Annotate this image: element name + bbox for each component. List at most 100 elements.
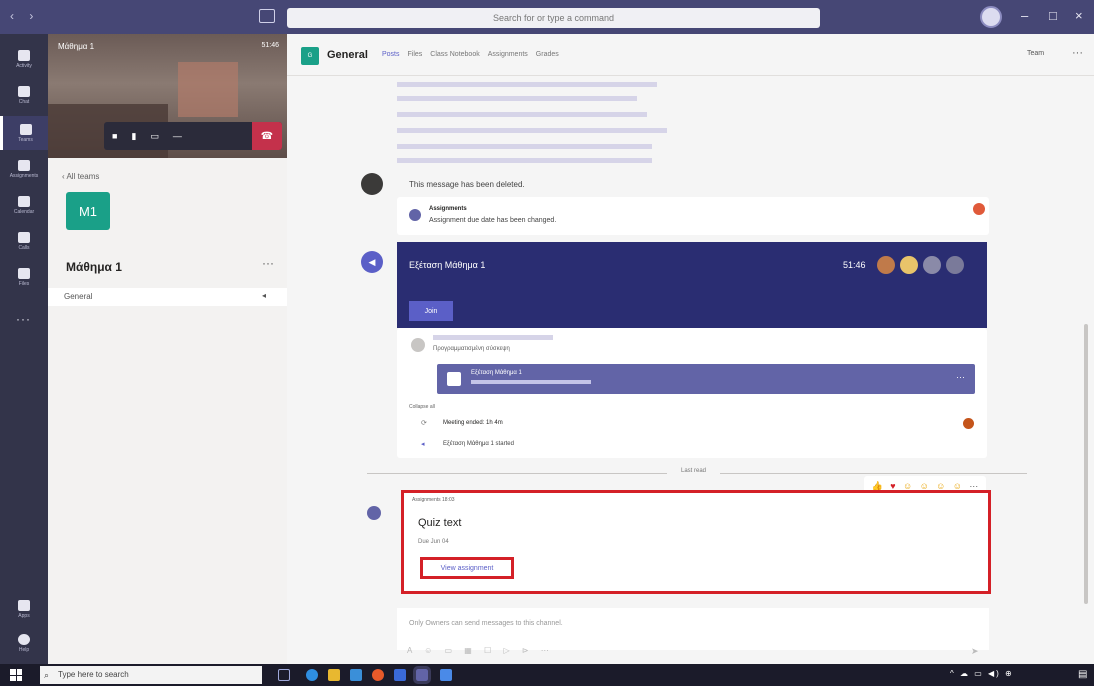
mic-icon[interactable]: ▮ — [131, 131, 136, 142]
tab-files[interactable]: Files — [408, 51, 423, 58]
meeting-banner: Εξέταση Μάθημα 1 51:46 Join — [397, 242, 987, 328]
collapse-all-link[interactable]: Collapse all — [409, 404, 435, 410]
tab-grades[interactable]: Grades — [536, 51, 559, 58]
task-view-icon[interactable] — [278, 669, 290, 681]
browser-icon[interactable] — [372, 669, 384, 681]
teams-taskbar-icon[interactable] — [413, 666, 431, 684]
phone-icon — [18, 231, 30, 243]
assignment-header: Assignments 18:03 — [412, 497, 455, 503]
organizer-avatar — [411, 338, 425, 352]
notifications-icon[interactable]: ▤ — [1078, 669, 1087, 680]
rail-calls[interactable]: Calls — [0, 224, 48, 258]
file-explorer-icon[interactable] — [328, 669, 340, 681]
deleted-author-avatar — [361, 173, 383, 195]
assignment-notice-card[interactable]: Assignments Assignment due date has been… — [397, 197, 989, 235]
channel-main-pane: G General Posts Files Class Notebook Ass… — [287, 34, 1094, 664]
channel-label: General — [64, 292, 93, 301]
command-search-input[interactable]: Search for or type a command — [287, 8, 820, 28]
camera-icon[interactable]: ■ — [112, 131, 117, 141]
rail-chat[interactable]: Chat — [0, 78, 48, 112]
system-tray[interactable]: ^ ☁ ▭ ◀) ⊕ — [950, 669, 1014, 678]
tab-class-notebook[interactable]: Class Notebook — [430, 51, 479, 58]
close-button[interactable]: × — [1075, 8, 1083, 23]
minimize-button[interactable]: – — [1021, 8, 1028, 23]
video-background-wall — [178, 62, 238, 117]
channel-title: General — [327, 49, 368, 61]
meeting-active-icon: ◂ — [262, 291, 267, 300]
participant-avatar — [877, 256, 895, 274]
compose-icon[interactable] — [259, 9, 275, 23]
participant-avatar — [900, 256, 918, 274]
meeting-video-preview[interactable]: Μάθημα 1 51:46 ■ ▮ ▭ — ☎ — [48, 34, 287, 158]
last-read-label: Last read — [667, 468, 721, 474]
channel-header: G General Posts Files Class Notebook Ass… — [287, 34, 1094, 76]
channel-team-icon: G — [301, 47, 319, 65]
meeting-duration: 51:46 — [843, 260, 866, 270]
profile-avatar[interactable] — [980, 6, 1002, 28]
rail-assignments[interactable]: Assignments — [0, 152, 48, 186]
send-icon[interactable]: ➤ — [971, 646, 979, 657]
composer-toolbar-icons[interactable]: A ☺ ▭ ▦ ☐ ▷ ⊳ ⋯ — [407, 646, 554, 655]
taskbar-search-input[interactable]: ⌕ Type here to search — [40, 666, 262, 684]
channel-general[interactable]: General ◂ — [48, 288, 287, 306]
help-icon — [18, 633, 30, 645]
windows-start-icon[interactable] — [10, 669, 22, 681]
rail-help[interactable]: Help — [0, 626, 48, 660]
store-icon[interactable] — [350, 669, 362, 681]
rail-calendar[interactable]: Calendar — [0, 188, 48, 222]
organizer-name-line — [433, 335, 553, 340]
apps-icon — [18, 599, 30, 611]
event-title: Εξέταση Μάθημα 1 — [471, 370, 522, 376]
more-apps-button[interactable]: ··· — [16, 312, 31, 326]
tab-assignments[interactable]: Assignments — [488, 51, 528, 58]
meeting-event-card[interactable]: Εξέταση Μάθημα 1 ··· — [437, 364, 975, 394]
assignment-card[interactable]: Assignments 18:03 Quiz text Due Jun 04 V… — [401, 490, 991, 594]
more-icon[interactable]: — — [173, 131, 182, 141]
app-rail: Activity Chat Teams Assignments Calendar… — [0, 34, 48, 664]
system-line — [397, 96, 637, 101]
system-line — [397, 128, 667, 133]
notice-author: Assignments — [429, 206, 467, 212]
event-menu-button[interactable]: ··· — [956, 372, 965, 382]
team-name: Μάθημα 1 — [66, 260, 122, 274]
assignment-title: Quiz text — [418, 517, 462, 529]
event-datetime — [471, 380, 591, 384]
tab-posts[interactable]: Posts — [382, 51, 400, 58]
channel-menu-button[interactable]: ··· — [1072, 47, 1083, 59]
deleted-message: This message has been deleted. — [409, 180, 525, 189]
call-controls: ■ ▮ ▭ — ☎ — [104, 122, 282, 150]
meeting-ended-text: Meeting ended: 1h 4m — [443, 420, 503, 426]
rail-teams[interactable]: Teams — [0, 116, 48, 150]
calendar-icon — [18, 195, 30, 207]
meeting-camera-icon: ◀ — [361, 251, 383, 273]
windows-taskbar: ⌕ Type here to search ^ ☁ ▭ ◀) ⊕ ▤ — [0, 664, 1094, 686]
title-bar: ‹ › Search for or type a command – □ × — [0, 0, 1094, 34]
all-teams-link[interactable]: ‹ All teams — [62, 172, 99, 181]
share-icon[interactable]: ▭ — [150, 131, 159, 142]
meeting-started-text: Εξέταση Μάθημα 1 started — [443, 441, 514, 447]
team-menu-button[interactable]: ··· — [262, 256, 274, 270]
reactor-avatar — [973, 203, 985, 215]
view-assignment-button[interactable]: View assignment — [420, 557, 514, 579]
assignments-bot-icon — [367, 506, 381, 520]
back-forward-arrows[interactable]: ‹ › — [10, 9, 39, 23]
join-meeting-button[interactable]: Join — [409, 301, 453, 321]
hang-up-button[interactable]: ☎ — [252, 122, 282, 150]
feed-scrollbar[interactable] — [1084, 324, 1088, 604]
rail-apps[interactable]: Apps — [0, 592, 48, 626]
assignment-due-date: Due Jun 04 — [418, 539, 449, 545]
team-button[interactable]: Team — [1027, 50, 1044, 57]
participant-avatar — [946, 256, 964, 274]
chat-icon — [18, 85, 30, 97]
edge-icon[interactable] — [306, 669, 318, 681]
rail-activity[interactable]: Activity — [0, 42, 48, 76]
maximize-button[interactable]: □ — [1049, 8, 1057, 23]
mail-icon[interactable] — [394, 669, 406, 681]
team-avatar: M1 — [66, 192, 110, 230]
system-line — [397, 158, 652, 163]
video-meeting-title: Μάθημα 1 — [58, 42, 95, 51]
rail-files[interactable]: Files — [0, 260, 48, 294]
app-taskbar-icon[interactable] — [440, 669, 452, 681]
file-icon — [18, 267, 30, 279]
participant-avatar — [963, 418, 974, 429]
